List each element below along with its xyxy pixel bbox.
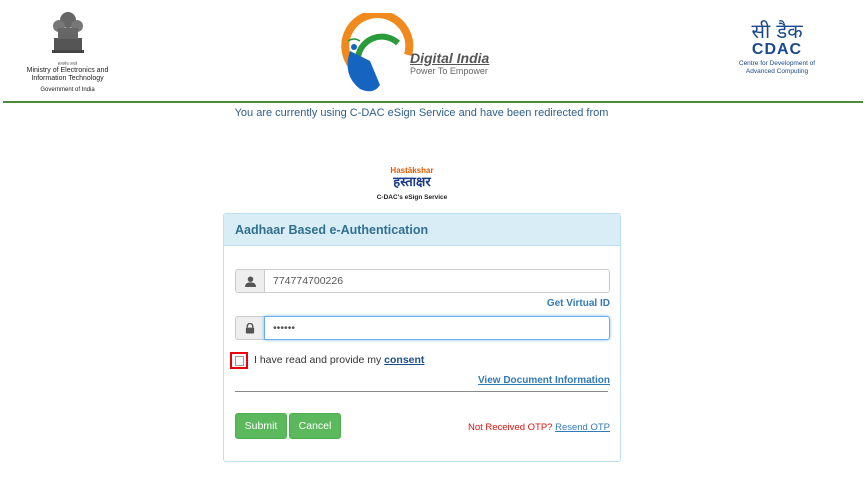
resend-otp-link[interactable]: Resend OTP	[555, 422, 610, 433]
ministry-line2: Information Technology	[31, 75, 104, 82]
national-emblem-icon	[51, 12, 84, 53]
hastakshar-logo: Hastākshar हस्ताक्षर C-DAC's eSign Servi…	[372, 166, 452, 201]
view-document-link[interactable]: View Document Information	[478, 375, 610, 386]
panel-title: Aadhaar Based e-Authentication	[235, 223, 429, 237]
hastakshar-subtitle: C-DAC's eSign Service	[376, 194, 448, 201]
auth-panel: Aadhaar Based e-Authentication 774774700…	[223, 213, 621, 462]
otp-password-input[interactable]: ••••••	[264, 316, 610, 340]
user-icon	[235, 269, 265, 293]
aadhaar-input-group: 774774700226	[235, 269, 610, 293]
cdac-hindi: सी डैक	[751, 19, 803, 43]
consent-label: I have read and provide my consent	[254, 354, 424, 366]
panel-header: Aadhaar Based e-Authentication	[224, 214, 620, 246]
cdac-sub2: Advanced Computing	[745, 68, 809, 75]
meity-logo: सत्यमेव जयते Ministry of Electronics and…	[10, 8, 125, 95]
hastakshar-top-text: Hastākshar	[390, 166, 434, 175]
redirect-notice: You are currently using C-DAC eSign Serv…	[234, 107, 609, 119]
lock-icon	[235, 316, 265, 340]
consent-checkbox[interactable]	[230, 352, 248, 369]
digital-india-text: Digital India Power To Empower	[410, 50, 489, 77]
digital-india-logo-icon	[341, 13, 414, 92]
hastakshar-main-text: हस्ताक्षर	[393, 175, 431, 190]
cdac-english: CDAC	[751, 41, 803, 58]
header-divider	[3, 101, 863, 103]
section-divider	[235, 391, 608, 392]
digital-india-tagline: Power To Empower	[410, 66, 488, 76]
digital-india-title: Digital India	[410, 50, 490, 66]
cancel-button[interactable]: Cancel	[289, 413, 341, 439]
checkbox-box	[235, 356, 244, 366]
ministry-line3: Government of India	[40, 87, 95, 93]
ministry-line1: Ministry of Electronics and	[26, 67, 109, 74]
otp-resend-row: Not Received OTP? Resend OTP	[468, 422, 610, 433]
otp-input-group: ••••••	[235, 316, 610, 340]
consent-prefix: I have read and provide my	[254, 354, 382, 366]
cdac-sub1: Centre for Development of	[738, 60, 816, 67]
get-virtual-id-link[interactable]: Get Virtual ID	[547, 298, 610, 309]
cdac-logo: सी डैक CDAC Centre for Development of Ad…	[728, 20, 826, 76]
otp-prompt: Not Received OTP?	[467, 422, 553, 433]
submit-button[interactable]: Submit	[235, 413, 287, 439]
aadhaar-number-input[interactable]: 774774700226	[264, 269, 610, 293]
consent-link[interactable]: consent	[384, 354, 424, 366]
